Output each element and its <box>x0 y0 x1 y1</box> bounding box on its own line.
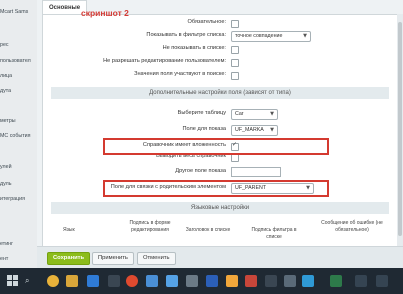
required-label: Обязательное: <box>187 19 226 25</box>
folder-icon[interactable] <box>66 275 78 287</box>
search-checkbox[interactable] <box>231 72 239 80</box>
chevron-down-icon: ▼ <box>270 111 274 117</box>
cancel-button[interactable]: Отменить <box>137 252 176 265</box>
settings-panel: Обязательное: Показывать в фильтре списк… <box>42 14 399 248</box>
display-field-label: Поле для показа <box>182 126 226 132</box>
section-extra-settings: Дополнительные настройки поля (зависят о… <box>51 87 389 99</box>
store-icon[interactable] <box>87 275 99 287</box>
photos-icon[interactable] <box>146 275 158 287</box>
show-filter-label: Показывать в фильтре списка: <box>146 32 226 38</box>
app-icon-7[interactable] <box>330 275 342 287</box>
section-language: Языковые настройки <box>51 202 389 214</box>
opera-icon[interactable] <box>126 275 138 287</box>
left-sidebar: Мcart Sams рес пользовател лица дута мет… <box>0 0 38 268</box>
col-filter-caption: Подпись фильтра в списке <box>251 227 297 240</box>
display-field-value: UF_MARKA <box>235 127 264 133</box>
row-hide-list: Не показывать в списке: <box>43 44 398 56</box>
show-filter-value: точное совпадение <box>235 33 283 39</box>
app-icon-5[interactable] <box>284 275 296 287</box>
annotation-label: скриншот 2 <box>81 8 129 18</box>
app-icon-6[interactable] <box>302 275 314 287</box>
sidebar-item-8[interactable]: дуль <box>0 181 11 187</box>
col-edit-caption: Подпись в форме редактирования <box>129 220 171 233</box>
sidebar-item-10[interactable]: етинг <box>0 241 13 247</box>
no-edit-checkbox[interactable] <box>231 59 239 67</box>
highlight-parent-field <box>103 180 329 197</box>
row-table: Выберите таблицу Car ▼ <box>43 109 398 121</box>
row-other-field: Другое поле показа <box>43 167 398 179</box>
show-all-checkbox[interactable] <box>231 154 239 162</box>
sidebar-item-7[interactable]: улей <box>0 164 12 170</box>
other-field-label: Другое поле показа <box>175 168 226 174</box>
sidebar-item-2[interactable]: пользовател <box>0 58 31 64</box>
apply-button[interactable]: Применить <box>92 252 134 265</box>
table-select[interactable]: Car ▼ <box>231 109 278 120</box>
sidebar-item-6[interactable]: МС события <box>0 133 30 139</box>
hide-list-label: Не показывать в списке: <box>162 45 226 51</box>
no-edit-label: Не разрешать редактирование пользователе… <box>103 58 226 64</box>
app-icon-2[interactable] <box>166 275 178 287</box>
highlight-nested <box>103 138 329 155</box>
search-icon[interactable]: ⌕ <box>25 276 29 286</box>
chrome-icon[interactable] <box>47 275 59 287</box>
chevron-down-icon: ▼ <box>270 127 274 133</box>
tray-icon[interactable] <box>355 275 367 287</box>
chevron-down-icon: ▼ <box>303 33 307 39</box>
sidebar-item-4[interactable]: дута <box>0 88 11 94</box>
sticky-notes-icon[interactable] <box>226 275 238 287</box>
save-button[interactable]: Сохранить <box>47 252 91 265</box>
search-label: Значения поля участвуют в поиске: <box>134 71 226 77</box>
word-icon[interactable] <box>206 275 218 287</box>
show-filter-select[interactable]: точное совпадение ▼ <box>231 31 311 42</box>
yandex-icon[interactable] <box>265 275 277 287</box>
app-icon[interactable] <box>108 275 120 287</box>
scrollbar-thumb[interactable] <box>398 22 402 236</box>
row-required: Обязательное: <box>43 18 398 30</box>
other-field-input[interactable] <box>231 167 281 177</box>
required-checkbox[interactable] <box>231 20 239 28</box>
row-no-edit: Не разрешать редактирование пользователе… <box>43 57 398 69</box>
row-display-field: Поле для показа UF_MARKA ▼ <box>43 125 398 137</box>
table-value: Car <box>235 111 244 117</box>
col-error-message: Сообщение об ошибке (не обязательное) <box>321 220 383 233</box>
vertical-scrollbar[interactable] <box>397 14 403 246</box>
sidebar-item-3[interactable]: лица <box>0 73 12 79</box>
app-icon-4[interactable] <box>245 275 257 287</box>
sidebar-item-1[interactable]: рес <box>0 42 9 48</box>
sidebar-item-9[interactable]: итеграция <box>0 196 25 202</box>
col-lang: Язык <box>63 227 75 233</box>
display-field-select[interactable]: UF_MARKA ▼ <box>231 125 278 136</box>
hide-list-checkbox[interactable] <box>231 46 239 54</box>
sidebar-item-5[interactable]: метры <box>0 118 16 124</box>
tray-icon-2[interactable] <box>376 275 388 287</box>
app-icon-3[interactable] <box>186 275 198 287</box>
table-label: Выберите таблицу <box>177 110 226 116</box>
row-search: Значения поля участвуют в поиске: <box>43 70 398 82</box>
col-list-header: Заголовок в списке <box>185 227 231 233</box>
form-footer: Сохранить Применить Отменить <box>37 246 403 269</box>
sidebar-item-11[interactable]: ент <box>0 256 8 262</box>
main-area: Основные Обязательное: Показывать в филь… <box>37 0 403 268</box>
row-show-filter: Показывать в фильтре списка: точное совп… <box>43 31 398 43</box>
os-taskbar: ⌕ <box>0 268 403 294</box>
windows-start-icon[interactable] <box>7 275 19 287</box>
sidebar-item-0[interactable]: Мcart Sams <box>0 9 28 15</box>
